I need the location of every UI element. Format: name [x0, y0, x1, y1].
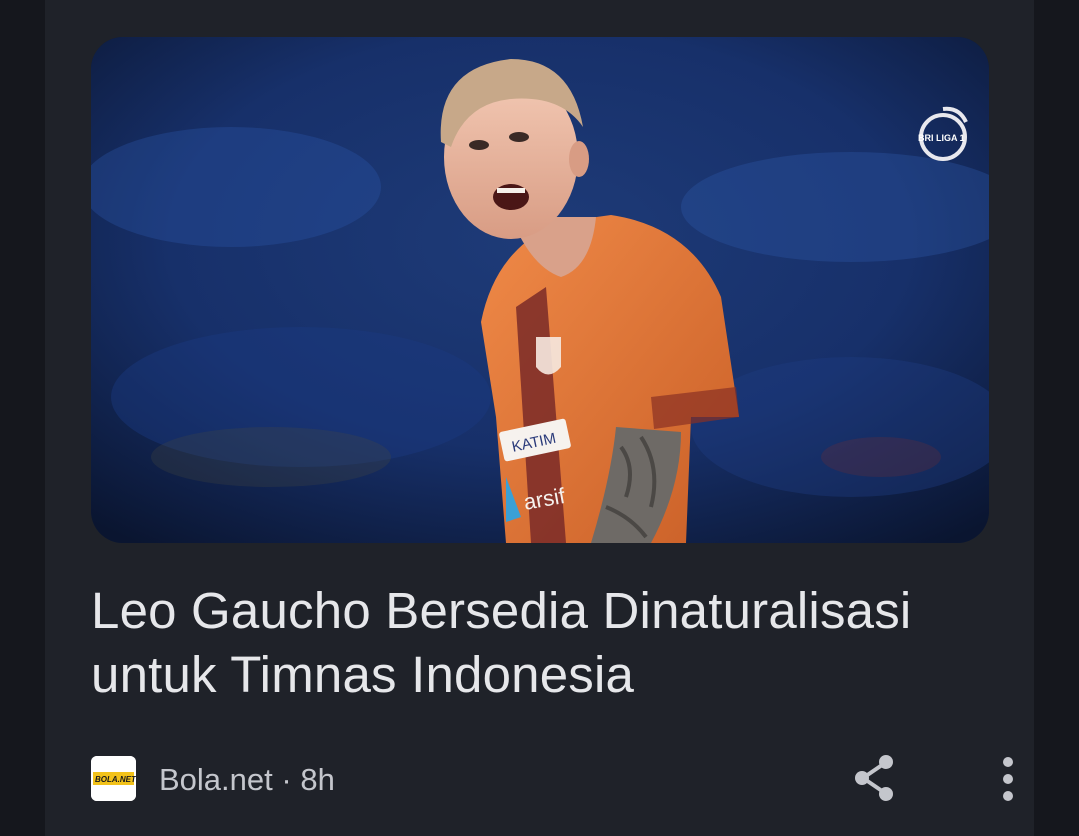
- share-button[interactable]: [851, 752, 899, 804]
- news-card[interactable]: KATIM arsif BRI LIGA 1 Leo Gaucho Bersed…: [45, 0, 1034, 836]
- news-feed-page: KATIM arsif BRI LIGA 1 Leo Gaucho Bersed…: [0, 0, 1079, 836]
- source-name[interactable]: Bola.net: [159, 762, 273, 797]
- more-vert-icon: [1003, 757, 1013, 801]
- article-image[interactable]: KATIM arsif BRI LIGA 1: [91, 37, 989, 543]
- article-meta-row: BOLA.NET Bola.net · 8h: [91, 752, 1013, 808]
- bola-net-logo-icon: BOLA.NET: [91, 756, 136, 801]
- share-icon: [855, 755, 893, 801]
- source-meta: Bola.net · 8h: [159, 762, 335, 798]
- meta-separator: ·: [281, 762, 292, 797]
- more-options-button[interactable]: [986, 754, 1034, 804]
- article-photo: KATIM arsif BRI LIGA 1: [91, 37, 989, 543]
- article-age: 8h: [300, 762, 335, 797]
- source-logo: BOLA.NET: [91, 756, 136, 801]
- watermark-text: BRI LIGA 1: [918, 133, 965, 143]
- article-headline[interactable]: Leo Gaucho Bersedia Dinaturalisasi untuk…: [91, 579, 991, 707]
- source-logo-text: BOLA.NET: [95, 775, 136, 784]
